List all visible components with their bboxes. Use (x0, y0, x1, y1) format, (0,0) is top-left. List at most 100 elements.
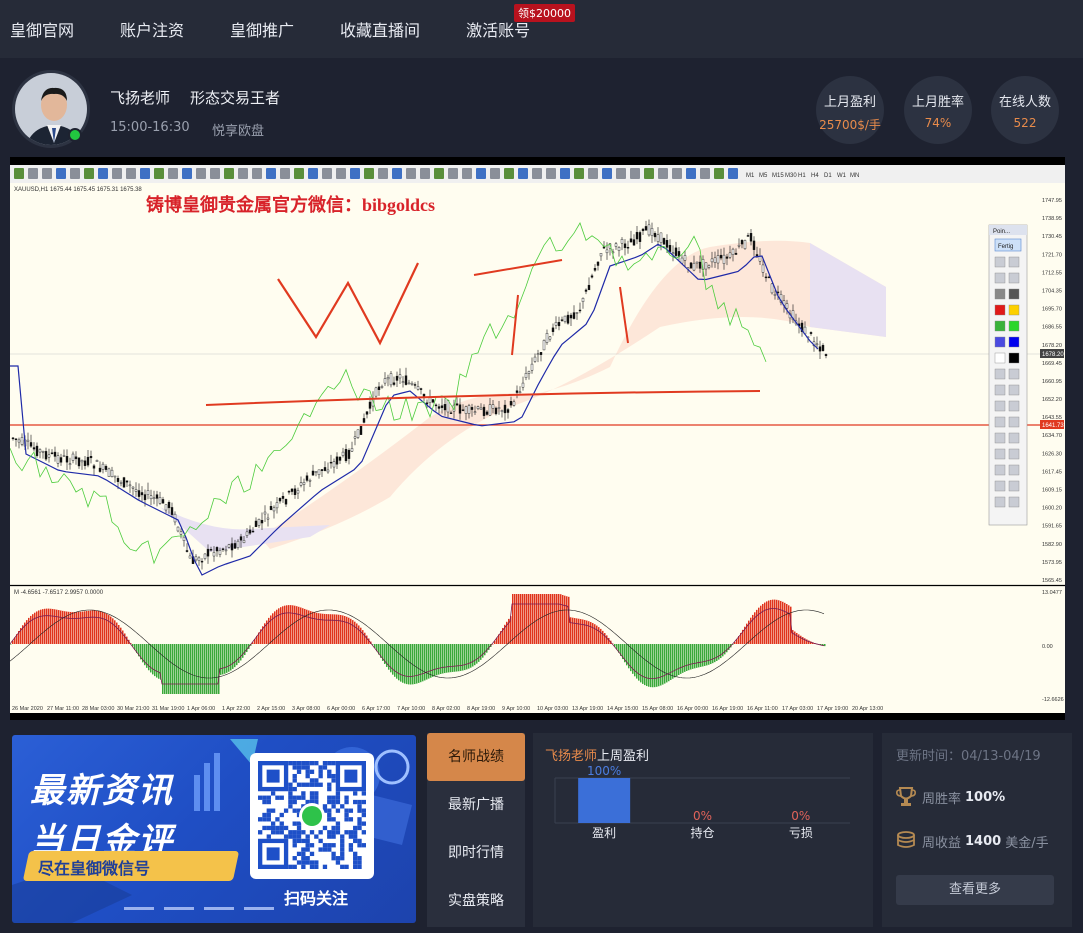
toolbox-tool-button[interactable] (994, 400, 1006, 412)
tab-live-quotes[interactable]: 即时行情 (427, 829, 525, 877)
toolbox-tool-button[interactable] (994, 480, 1006, 492)
toolbox-tool-button[interactable] (994, 272, 1006, 284)
toolbar-icon[interactable] (294, 168, 304, 179)
toolbox-tool-button[interactable] (1008, 496, 1020, 508)
toolbar-icon[interactable] (602, 168, 612, 179)
tab-teacher-record[interactable]: 名师战绩 (427, 733, 525, 781)
toolbar-icon[interactable] (252, 168, 262, 179)
toolbar-icon[interactable] (28, 168, 38, 179)
timeframe-button[interactable]: M5 (759, 173, 768, 179)
tab-live-strategy[interactable]: 实盘策略 (427, 877, 525, 925)
toolbar-icon[interactable] (616, 168, 626, 179)
toolbar-icon[interactable] (140, 168, 150, 179)
toolbar-icon[interactable] (728, 168, 738, 179)
toolbar-icon[interactable] (154, 168, 164, 179)
toolbar-icon[interactable] (644, 168, 654, 179)
carousel-dot[interactable] (124, 907, 154, 910)
toolbox-tool-button[interactable] (994, 496, 1006, 508)
toolbar-icon[interactable] (448, 168, 458, 179)
toolbox-tool-button[interactable] (994, 352, 1006, 364)
toolbar-icon[interactable] (322, 168, 332, 179)
toolbar-icon[interactable] (70, 168, 80, 179)
toolbar-icon[interactable] (56, 168, 66, 179)
toolbox-tab[interactable]: Fertig (998, 244, 1013, 250)
carousel-dot[interactable] (204, 907, 234, 910)
toolbar-icon[interactable] (336, 168, 346, 179)
toolbar-icon[interactable] (196, 168, 206, 179)
toolbar-icon[interactable] (588, 168, 598, 179)
carousel-indicators[interactable] (124, 907, 274, 910)
toolbar-icon[interactable] (224, 168, 234, 179)
tab-latest-broadcast[interactable]: 最新广播 (427, 781, 525, 829)
toolbar-icon[interactable] (406, 168, 416, 179)
toolbar-icon[interactable] (182, 168, 192, 179)
live-stream-video[interactable]: M1 M5 M15 M30 H1 H4 D1 W1 MN 铸博皇御贵金属官方微信：bibgold… (9, 157, 1065, 720)
timeframe-button[interactable]: M30 (785, 173, 797, 179)
toolbox-tool-button[interactable] (994, 288, 1006, 300)
timeframe-button[interactable]: MN (850, 173, 859, 179)
toolbar-icon[interactable] (462, 168, 472, 179)
toolbar-icon[interactable] (476, 168, 486, 179)
toolbar-icon[interactable] (686, 168, 696, 179)
toolbar-icon[interactable] (700, 168, 710, 179)
toolbox-tool-button[interactable] (1008, 432, 1020, 444)
nav-official-site[interactable]: 皇御官网 (10, 17, 74, 41)
toolbox-tool-button[interactable] (994, 384, 1006, 396)
toolbox-tool-button[interactable] (994, 416, 1006, 428)
toolbar-icon[interactable] (42, 168, 52, 179)
toolbox-tool-button[interactable] (1008, 320, 1020, 332)
toolbox-tool-button[interactable] (1008, 352, 1020, 364)
toolbox-tool-button[interactable] (1008, 256, 1020, 268)
toolbar-icon[interactable] (420, 168, 430, 179)
toolbox-tool-button[interactable] (994, 304, 1006, 316)
toolbar-icon[interactable] (672, 168, 682, 179)
toolbar-icon[interactable] (504, 168, 514, 179)
toolbar-icon[interactable] (308, 168, 318, 179)
toolbox-tool-button[interactable] (1008, 384, 1020, 396)
toolbox-tool-button[interactable] (1008, 464, 1020, 476)
toolbar-icon[interactable] (14, 168, 24, 179)
toolbox-tool-button[interactable] (994, 320, 1006, 332)
toolbox-tool-button[interactable] (1008, 448, 1020, 460)
carousel-dot[interactable] (244, 907, 274, 910)
toolbox-tool-button[interactable] (994, 432, 1006, 444)
timeframe-button[interactable]: M1 (746, 173, 755, 179)
toolbar-icon[interactable] (280, 168, 290, 179)
toolbar-icon[interactable] (210, 168, 220, 179)
nav-deposit[interactable]: 账户注资 (120, 17, 184, 41)
nav-bookmark-room[interactable]: 收藏直播间 (340, 17, 420, 41)
toolbar-icon[interactable] (350, 168, 360, 179)
toolbar-icon[interactable] (126, 168, 136, 179)
toolbox-tool-button[interactable] (1008, 400, 1020, 412)
view-more-button[interactable]: 查看更多 (896, 875, 1054, 905)
toolbar-icon[interactable] (378, 168, 388, 179)
toolbox-tool-button[interactable] (1008, 368, 1020, 380)
toolbar-icon[interactable] (392, 168, 402, 179)
drawing-toolbox[interactable]: Poin... Fertig (988, 224, 1028, 526)
toolbox-tool-button[interactable] (1008, 288, 1020, 300)
toolbar-icon[interactable] (714, 168, 724, 179)
timeframe-button[interactable]: W1 (837, 173, 847, 179)
toolbar-icon[interactable] (364, 168, 374, 179)
toolbar-icon[interactable] (434, 168, 444, 179)
toolbar-icon[interactable] (532, 168, 542, 179)
toolbar-icon[interactable] (630, 168, 640, 179)
carousel-dot[interactable] (164, 907, 194, 910)
toolbar-icon[interactable] (518, 168, 528, 179)
timeframe-button[interactable]: H1 (798, 173, 806, 179)
toolbox-tool-button[interactable] (1008, 416, 1020, 428)
toolbox-tool-button[interactable] (994, 464, 1006, 476)
toolbar-icon[interactable] (574, 168, 584, 179)
timeframe-button[interactable]: M15 (772, 173, 784, 179)
toolbox-tool-button[interactable] (994, 256, 1006, 268)
toolbox-tool-button[interactable] (1008, 480, 1020, 492)
toolbar-icon[interactable] (266, 168, 276, 179)
toolbox-tool-button[interactable] (1008, 272, 1020, 284)
toolbar-icon[interactable] (560, 168, 570, 179)
toolbar-icon[interactable] (168, 168, 178, 179)
toolbar-icon[interactable] (238, 168, 248, 179)
toolbox-tool-button[interactable] (1008, 304, 1020, 316)
toolbar-icon[interactable] (490, 168, 500, 179)
toolbar-icon[interactable] (112, 168, 122, 179)
toolbox-tool-button[interactable] (994, 448, 1006, 460)
